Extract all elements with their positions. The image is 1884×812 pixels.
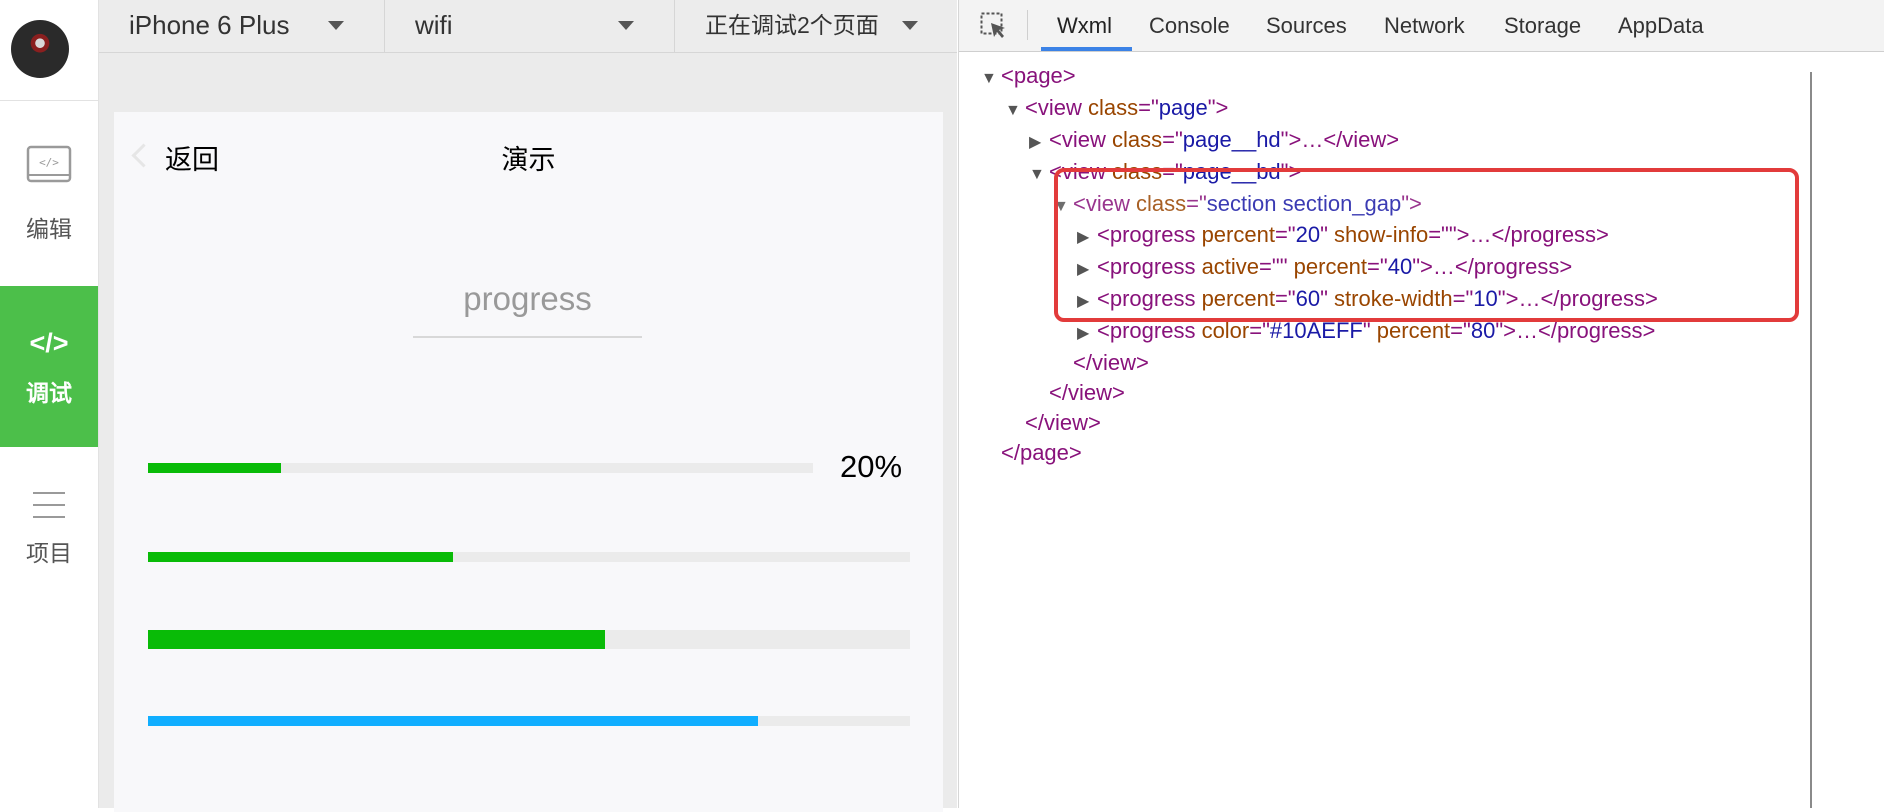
progress-fill [148, 630, 606, 649]
simulator-toolbar: iPhone 6 Plus wifi 正在调试2个页面 [99, 0, 957, 53]
network-select[interactable]: wifi [385, 0, 675, 52]
tree-node-close-view[interactable]: </view> [1029, 377, 1125, 409]
device-select-value: iPhone 6 Plus [129, 10, 290, 40]
tab-wxml[interactable]: Wxml [1057, 0, 1112, 51]
tab-sources[interactable]: Sources [1266, 0, 1347, 51]
code-window-icon: </> [0, 145, 98, 190]
nav-title: 演示 [501, 145, 556, 175]
tree-token: =" [1162, 127, 1183, 152]
sidebar-item-label: 项目 [26, 540, 72, 566]
network-select-value: wifi [415, 10, 453, 40]
debug-pages-select-value: 正在调试2个页面 [705, 12, 879, 38]
tree-token: <view [1025, 95, 1088, 120]
tab-console[interactable]: Console [1149, 0, 1230, 51]
tree-token: "> [1207, 95, 1229, 120]
toolbar-divider [1027, 10, 1028, 40]
progress-fill [148, 463, 281, 473]
panel-splitter[interactable] [1810, 72, 1812, 808]
page-title: progress [413, 280, 642, 338]
expand-arrow-icon[interactable]: ▼ [981, 63, 1001, 95]
progress-fill [148, 552, 453, 562]
chevron-down-icon [328, 21, 344, 30]
tree-node-view-page[interactable]: ▼ <view class="page"> [1005, 92, 1228, 124]
tree-token: class [1111, 127, 1163, 152]
device-select[interactable]: iPhone 6 Plus [99, 0, 385, 52]
tree-token: <view [1049, 127, 1112, 152]
debug-pages-select[interactable]: 正在调试2个页面 [675, 0, 957, 52]
progress-bar-1 [148, 463, 813, 473]
tree-node-close-view[interactable]: </view> [1005, 407, 1101, 439]
sidebar-item-debug[interactable]: </> 调试 [0, 286, 98, 447]
collapse-arrow-icon[interactable]: ▶ [1029, 127, 1049, 159]
tree-token: =" [1138, 95, 1159, 120]
sidebar-item-project[interactable]: 项目 [0, 460, 98, 620]
highlight-box [1054, 168, 1799, 322]
chevron-down-icon [902, 21, 918, 30]
tree-node-close-page[interactable]: </page> [981, 437, 1082, 469]
inspect-element-icon[interactable] [980, 12, 1008, 40]
progress-bar-2 [148, 552, 910, 562]
progress-bar-4 [148, 716, 910, 726]
tab-appdata[interactable]: AppData [1618, 0, 1704, 51]
tab-storage[interactable]: Storage [1504, 0, 1581, 51]
progress-bar-3 [148, 630, 910, 649]
svg-text:</>: </> [39, 156, 59, 169]
tree-token: <page> [1001, 63, 1076, 88]
tree-node-view-page-hd[interactable]: ▶ <view class="page__hd">…</view> [1029, 124, 1399, 156]
expand-arrow-icon[interactable]: ▼ [1005, 95, 1025, 127]
code-brackets-icon: </> [29, 328, 69, 358]
wxml-tree: ▼ <page> ▼ <view class="page"> ▶ <view class=… [959, 52, 1884, 808]
tab-network[interactable]: Network [1384, 0, 1465, 51]
sidebar-item-label: 编辑 [26, 216, 72, 242]
active-tab-indicator [1041, 47, 1132, 51]
tree-token: </view> [1049, 380, 1125, 405]
tree-token: </view> [1073, 350, 1149, 375]
avatar[interactable] [11, 20, 69, 78]
progress-info: 20% [840, 449, 903, 484]
phone-screen: 返回 演示 progress 20% [114, 112, 943, 812]
tree-token: </page> [1001, 440, 1082, 465]
sidebar-divider [0, 100, 98, 101]
tree-token: page__hd [1182, 127, 1281, 152]
collapse-arrow-icon[interactable]: ▶ [1077, 318, 1097, 350]
sidebar-item-label: 调试 [26, 380, 72, 406]
tree-token: class [1087, 95, 1139, 120]
tree-node-page[interactable]: ▼ <page> [981, 60, 1076, 92]
tree-node-close-view[interactable]: </view> [1053, 347, 1149, 379]
tree-token: ">…</view> [1280, 127, 1400, 152]
menu-lines-icon [0, 490, 98, 525]
simulator-stage: 返回 演示 progress 20% [99, 53, 957, 812]
tree-token: </view> [1025, 410, 1101, 435]
sidebar: </> 编辑 </> 调试 项目 [0, 0, 99, 808]
tree-token: page [1158, 95, 1208, 120]
sidebar-item-edit[interactable]: </> 编辑 [0, 125, 98, 285]
devtools-panel: Wxml Console Sources Network Storage App… [958, 0, 1884, 808]
progress-fill [148, 716, 758, 726]
devtools-tabbar: Wxml Console Sources Network Storage App… [959, 0, 1884, 52]
chevron-down-icon [618, 21, 634, 30]
expand-arrow-icon[interactable]: ▼ [1029, 159, 1049, 191]
